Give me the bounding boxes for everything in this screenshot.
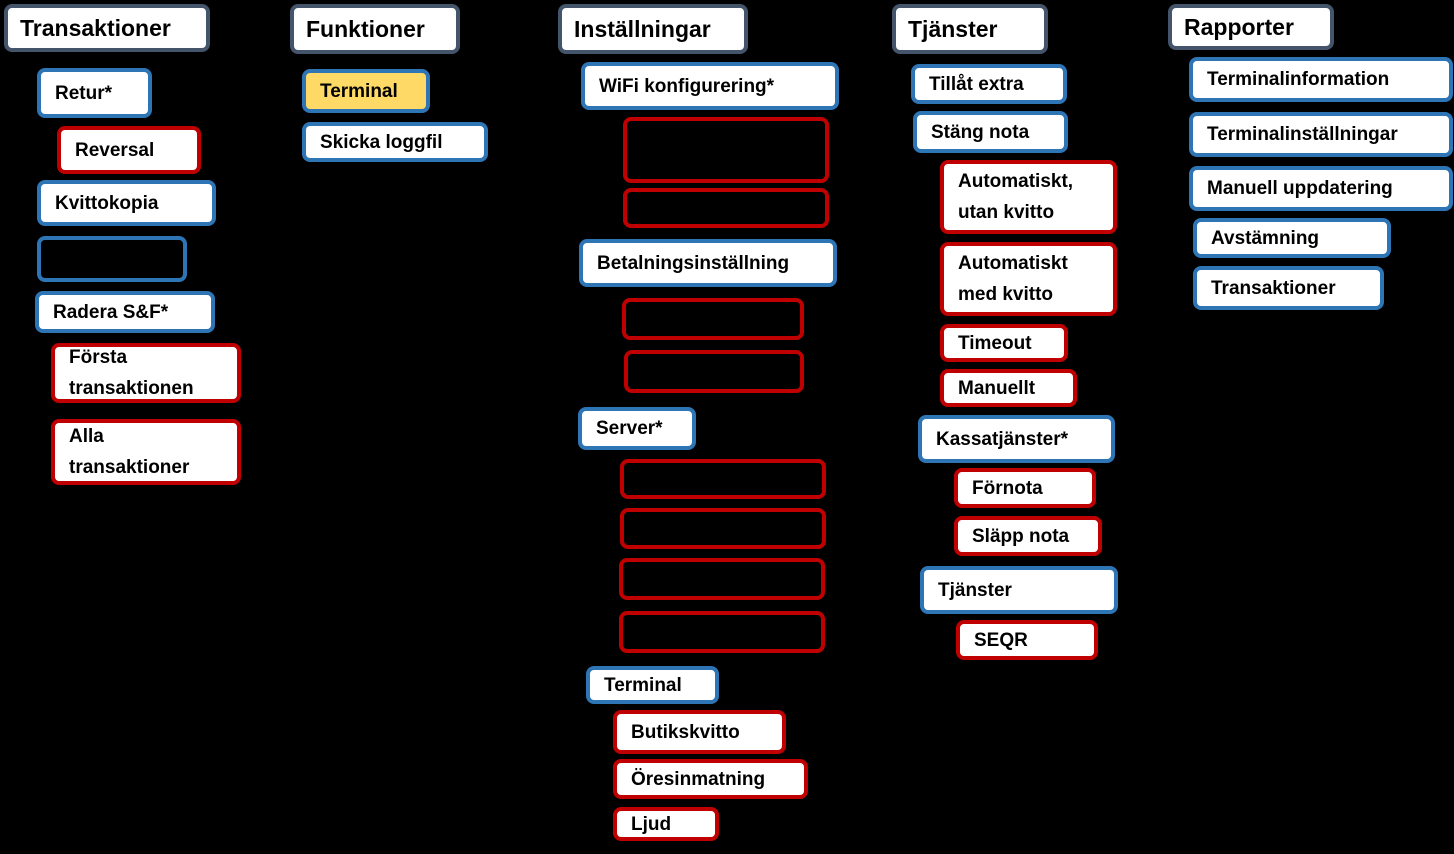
- empty-node: [622, 298, 804, 340]
- node-timeout: Timeout: [940, 324, 1068, 362]
- node-betalningsinstallning: Betalningsinställning: [579, 239, 837, 287]
- empty-node: [623, 188, 829, 228]
- node-transaktioner: Transaktioner: [1193, 266, 1384, 310]
- node-terminal-highlighted: Terminal: [302, 69, 430, 113]
- node-manuellt: Manuellt: [940, 369, 1077, 407]
- empty-node: [623, 117, 829, 183]
- node-terminal: Terminal: [586, 666, 719, 704]
- empty-node: [37, 236, 187, 282]
- node-terminalinstallningar: Terminalinställningar: [1189, 112, 1453, 157]
- header-funktioner: Funktioner: [290, 4, 460, 54]
- empty-node: [619, 558, 825, 600]
- empty-node: [620, 459, 826, 499]
- node-terminalinformation: Terminalinformation: [1189, 57, 1453, 102]
- node-avstamning: Avstämning: [1193, 218, 1391, 258]
- node-tjanster: Tjänster: [920, 566, 1118, 614]
- node-reversal: Reversal: [57, 126, 201, 174]
- node-skicka-loggfil: Skicka loggfil: [302, 122, 488, 162]
- node-radera-sf: Radera S&F*: [35, 291, 215, 333]
- node-alla-transaktioner: Alla transaktioner: [51, 419, 241, 485]
- node-seqr: SEQR: [956, 620, 1098, 660]
- node-forsta-transaktionen: Första transaktionen: [51, 343, 241, 403]
- node-tillat-extra: Tillåt extra: [911, 64, 1067, 104]
- empty-node: [624, 350, 804, 393]
- node-kassatjanster: Kassatjänster*: [918, 415, 1115, 463]
- node-automatiskt-utan-kvitto: Automatiskt, utan kvitto: [940, 160, 1117, 234]
- node-retur: Retur*: [37, 68, 152, 118]
- header-transaktioner: Transaktioner: [4, 4, 210, 52]
- node-automatiskt-med-kvitto: Automatiskt med kvitto: [940, 242, 1117, 316]
- header-rapporter: Rapporter: [1168, 4, 1334, 50]
- node-slapp-nota: Släpp nota: [954, 516, 1102, 556]
- node-wifi-konfigurering: WiFi konfigurering*: [581, 62, 839, 110]
- header-tjanster: Tjänster: [892, 4, 1048, 54]
- node-manuell-uppdatering: Manuell uppdatering: [1189, 166, 1453, 211]
- node-butikskvitto: Butikskvitto: [613, 710, 786, 754]
- header-installningar: Inställningar: [558, 4, 748, 54]
- node-stang-nota: Stäng nota: [913, 111, 1068, 153]
- node-oresinmatning: Öresinmatning: [613, 759, 808, 799]
- empty-node: [620, 508, 826, 549]
- node-fornota: Förnota: [954, 468, 1096, 508]
- empty-node: [619, 611, 825, 653]
- node-ljud: Ljud: [613, 807, 719, 841]
- node-kvittokopia: Kvittokopia: [37, 180, 216, 226]
- node-server: Server*: [578, 407, 696, 450]
